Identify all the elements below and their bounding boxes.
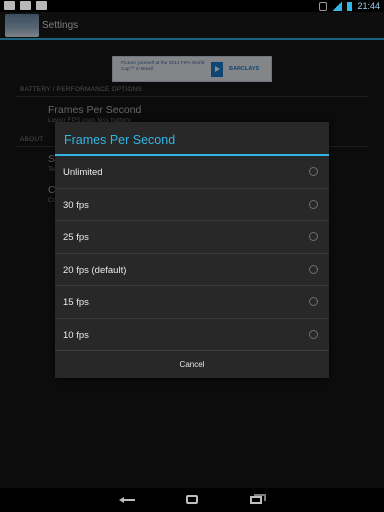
radio-button[interactable] <box>309 199 318 209</box>
back-icon[interactable] <box>117 493 137 507</box>
option-label: Unlimited <box>63 167 103 178</box>
fps-option[interactable]: Unlimited <box>55 156 329 189</box>
radio-button[interactable] <box>309 232 318 241</box>
clock: 21:44 <box>357 1 380 11</box>
status-bar: 21:44 <box>0 0 384 12</box>
radio-button[interactable] <box>309 329 318 339</box>
option-label: 25 fps <box>63 232 89 243</box>
wifi-notification-icon[interactable] <box>4 1 15 10</box>
image-notification-icon[interactable] <box>20 1 31 10</box>
option-label: 20 fps (default) <box>63 264 127 276</box>
cancel-button[interactable]: Cancel <box>55 351 329 378</box>
radio-button[interactable] <box>309 264 318 274</box>
gmail-icon[interactable] <box>36 1 47 10</box>
home-icon[interactable] <box>183 493 203 507</box>
radio-button[interactable] <box>309 167 318 176</box>
fps-dialog: Frames Per Second Unlimited 30 fps 25 fp… <box>55 122 329 378</box>
recent-apps-icon[interactable] <box>248 493 268 507</box>
fps-option[interactable]: 15 fps <box>55 286 329 319</box>
mute-icon <box>319 1 328 11</box>
fps-option[interactable]: 20 fps (default) <box>55 254 329 286</box>
navigation-bar <box>0 488 384 512</box>
fps-options-list: Unlimited 30 fps 25 fps 20 fps (default)… <box>55 156 329 351</box>
option-label: 15 fps <box>63 297 89 308</box>
option-label: 30 fps <box>63 199 89 211</box>
radio-button[interactable] <box>309 297 318 306</box>
fps-option[interactable]: 25 fps <box>55 221 329 254</box>
signal-icon <box>332 1 343 11</box>
battery-icon <box>347 1 353 11</box>
option-label: 10 fps <box>63 329 89 341</box>
fps-option[interactable]: 30 fps <box>55 189 329 221</box>
fps-option[interactable]: 10 fps <box>55 319 329 352</box>
dialog-title: Frames Per Second <box>64 133 176 147</box>
